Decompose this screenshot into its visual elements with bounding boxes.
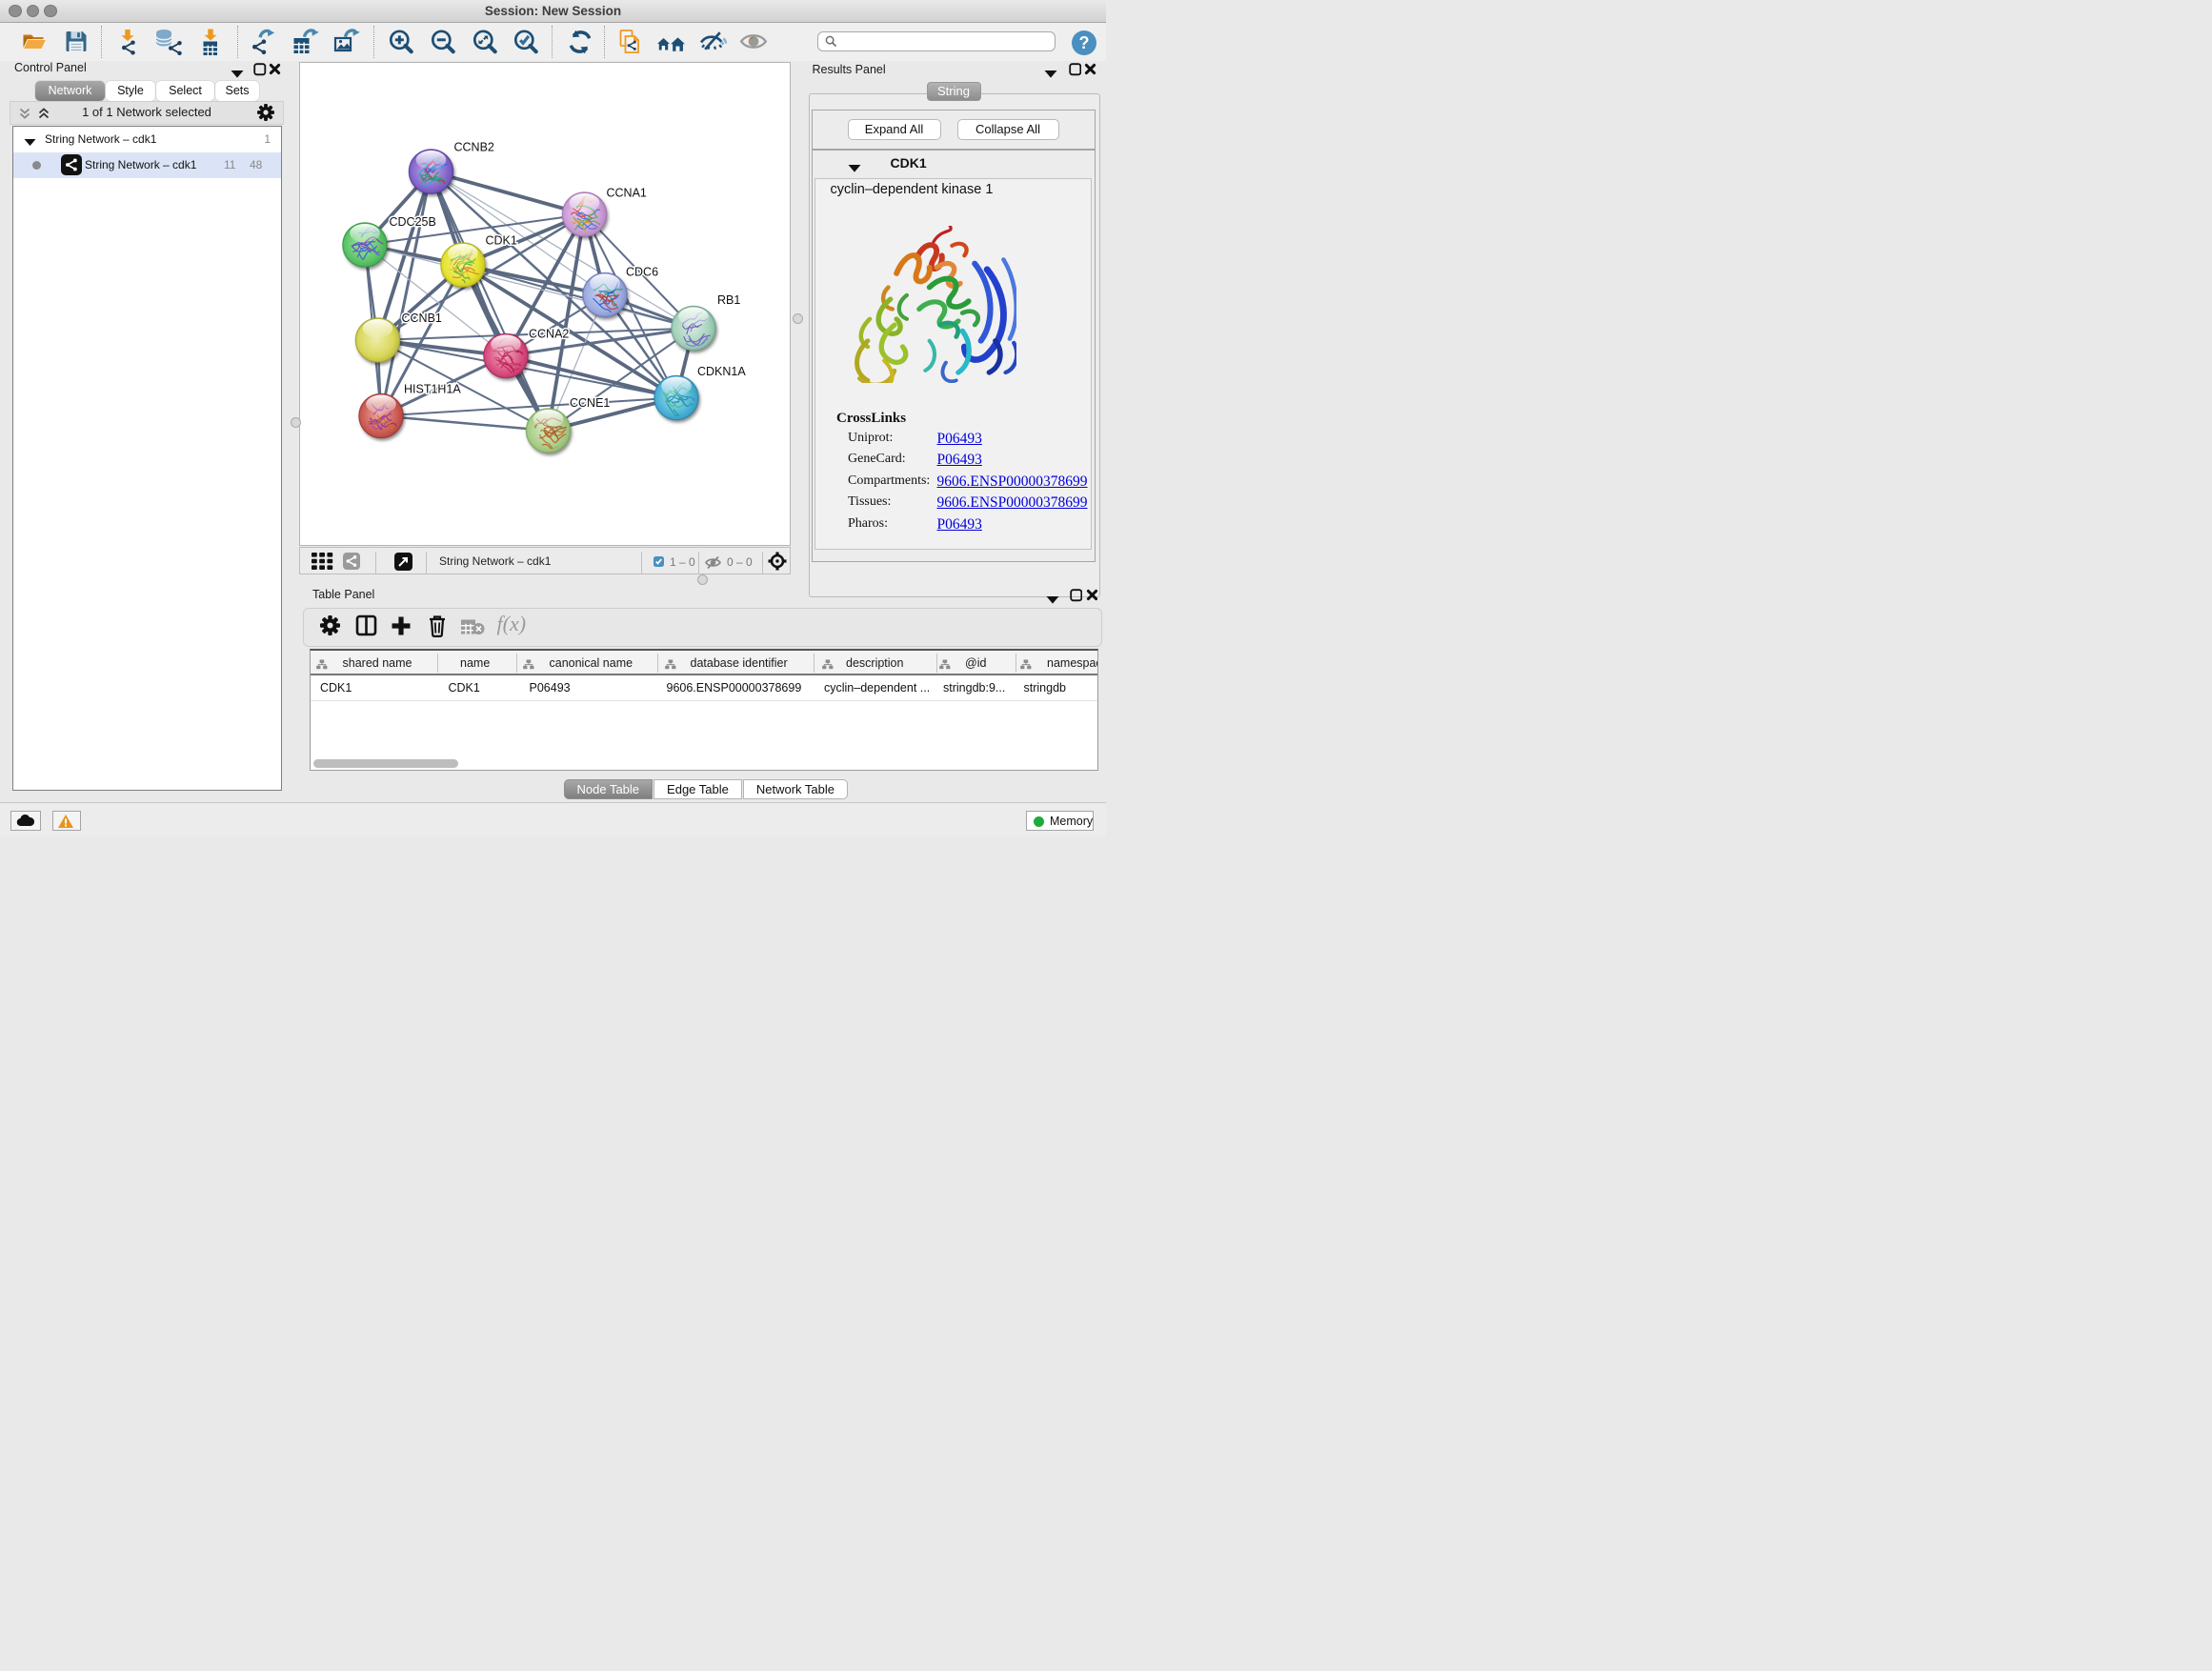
svg-text:HIST1H1A: HIST1H1A: [404, 382, 461, 395]
svg-text:CCNA2: CCNA2: [529, 327, 569, 340]
svg-text:CCNB1: CCNB1: [401, 312, 441, 325]
svg-text:CCNA1: CCNA1: [606, 186, 646, 199]
svg-text:?: ?: [1079, 33, 1090, 52]
svg-text:CDK1: CDK1: [485, 233, 516, 247]
svg-text:CDC25B: CDC25B: [389, 215, 435, 229]
svg-text:CCNE1: CCNE1: [570, 396, 610, 410]
svg-text:CCNB2: CCNB2: [453, 140, 493, 153]
svg-text:CDC6: CDC6: [626, 265, 658, 278]
svg-text:CDKN1A: CDKN1A: [697, 365, 746, 378]
svg-text:RB1: RB1: [717, 293, 740, 307]
